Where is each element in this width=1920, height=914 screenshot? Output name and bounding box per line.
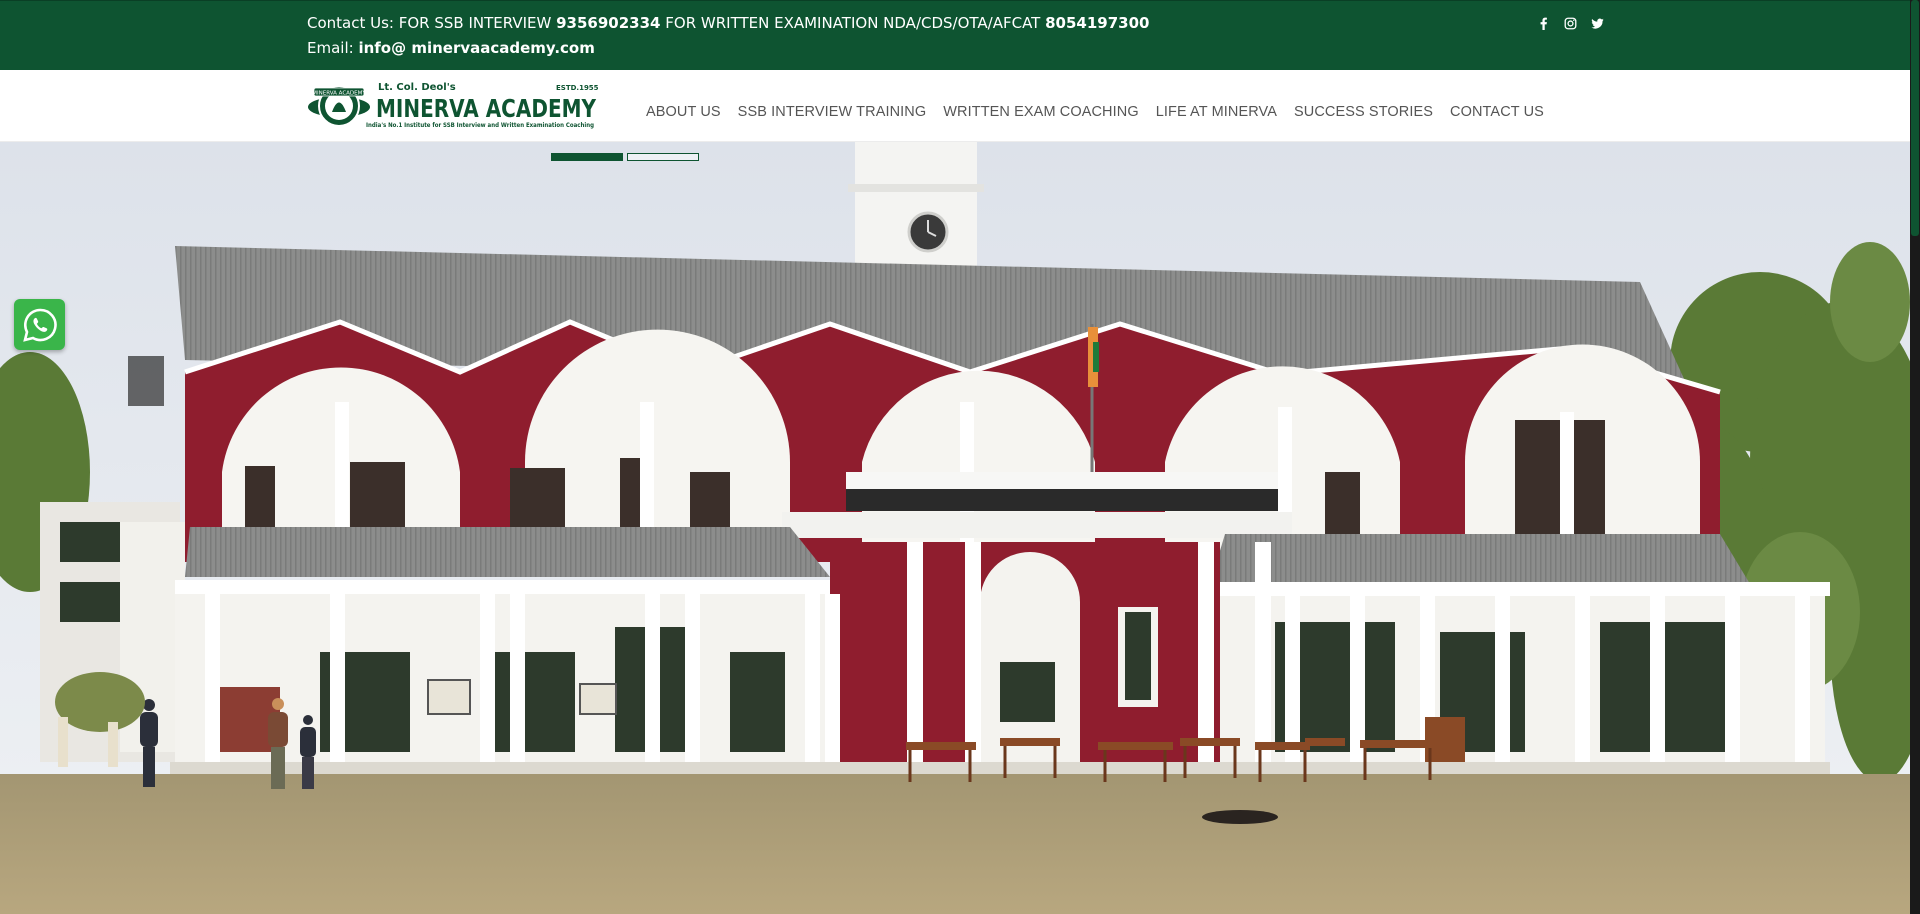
slider-dot-1[interactable] <box>551 153 623 161</box>
logo-badge: MINERVA ACADEMY <box>308 85 370 127</box>
page-scrollbar[interactable] <box>1910 0 1920 914</box>
site-header: MINERVA ACADEMY Lt. Col. Deol's ESTD.195… <box>0 70 1920 142</box>
written-exam-text: FOR WRITTEN EXAMINATION NDA/CDS/OTA/AFCA… <box>660 14 1046 32</box>
logo-badge-text: MINERVA ACADEMY <box>312 91 366 97</box>
top-contact-bar: Contact Us: FOR SSB INTERVIEW 9356902334… <box>0 0 1920 70</box>
nav-success-stories[interactable]: SUCCESS STORIES <box>1294 104 1433 120</box>
logo-top-text: Lt. Col. Deol's <box>378 82 456 93</box>
nav-life-at-minerva[interactable]: LIFE AT MINERVA <box>1156 104 1277 120</box>
main-nav: ABOUT US SSB INTERVIEW TRAINING WRITTEN … <box>646 104 1544 120</box>
nav-ssb-interview-training[interactable]: SSB INTERVIEW TRAINING <box>738 104 927 120</box>
nav-about-us[interactable]: ABOUT US <box>646 104 721 120</box>
ssb-phone-number[interactable]: 9356902334 <box>556 14 660 32</box>
facebook-icon[interactable] <box>1536 15 1551 31</box>
nav-contact-us[interactable]: CONTACT US <box>1450 104 1544 120</box>
hero-image-academy-building <box>0 142 1910 914</box>
logo-name-text: MINERVA ACADEMY <box>376 94 597 123</box>
scrollbar-thumb[interactable] <box>1911 0 1919 236</box>
slider-dot-2[interactable] <box>627 153 699 161</box>
whatsapp-button[interactable] <box>14 299 65 350</box>
contact-line: Contact Us: FOR SSB INTERVIEW 9356902334… <box>307 14 1149 32</box>
logo-tagline-text: India's No.1 Institute for SSB Interview… <box>366 122 594 129</box>
written-phone-number[interactable]: 8054197300 <box>1045 14 1149 32</box>
email-prefix-text: Email: <box>307 39 359 57</box>
social-links <box>1536 15 1605 31</box>
nav-written-exam-coaching[interactable]: WRITTEN EXAM COACHING <box>943 104 1138 120</box>
slider-indicators <box>551 153 699 161</box>
contact-prefix-text: Contact Us: FOR SSB INTERVIEW <box>307 14 557 32</box>
twitter-icon[interactable] <box>1590 15 1605 31</box>
minerva-academy-logo[interactable]: MINERVA ACADEMY Lt. Col. Deol's ESTD.195… <box>306 81 599 131</box>
email-link[interactable]: info@ minervaacademy.com <box>358 39 594 57</box>
logo-estd-text: ESTD.1955 <box>556 84 598 92</box>
instagram-icon[interactable] <box>1563 15 1578 31</box>
email-line: Email: info@ minervaacademy.com <box>307 39 595 57</box>
hero-slider <box>0 142 1910 914</box>
whatsapp-icon <box>22 308 57 342</box>
